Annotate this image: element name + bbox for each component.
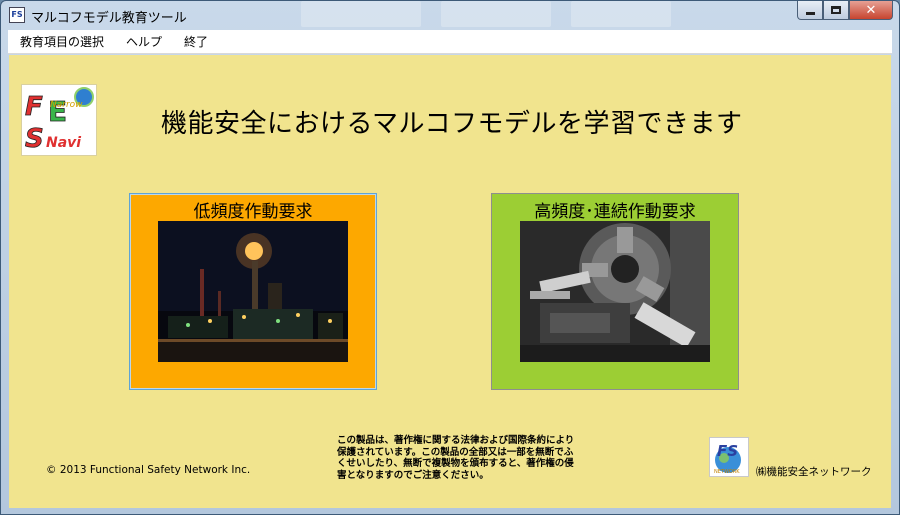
svg-text:F: F [25, 92, 43, 122]
menu-exit[interactable]: 終了 [182, 31, 210, 52]
maximize-icon [831, 6, 841, 14]
high-demand-mode-button[interactable]: 高頻度･連続作動要求 [491, 193, 739, 390]
window-title: マルコフモデル教育ツール [31, 11, 187, 26]
client-area: F E Narrow S Navi 機能安全におけるマルコフモデルを学習できます… [9, 55, 891, 508]
lathe-machine-photo [520, 221, 710, 362]
close-button[interactable]: ✕ [849, 1, 893, 20]
menu-help[interactable]: ヘルプ [124, 31, 164, 52]
fes-navi-logo: F E Narrow S Navi [21, 84, 97, 156]
app-window: FS マルコフモデル教育ツール ✕ 教育項目の選択 ヘルプ 終了 F E Nar… [0, 0, 900, 515]
caption-buttons: ✕ [797, 1, 893, 20]
menu-select-topic[interactable]: 教育項目の選択 [18, 31, 106, 52]
minimize-button[interactable] [797, 1, 823, 20]
menu-bar: 教育項目の選択 ヘルプ 終了 [8, 30, 892, 54]
svg-text:Narrow: Narrow [50, 100, 83, 110]
svg-text:Navi: Navi [46, 135, 81, 151]
app-icon[interactable]: FS [9, 7, 25, 23]
svg-text:S: S [25, 124, 44, 154]
svg-text:FS: FS [717, 442, 738, 460]
title-bar[interactable]: FS マルコフモデル教育ツール ✕ [1, 1, 899, 29]
copyright-text: © 2013 Functional Safety Network Inc. [46, 464, 251, 476]
background-window-blur [571, 1, 671, 27]
factory-night-photo [158, 221, 348, 362]
svg-text:NETWORK: NETWORK [714, 469, 740, 475]
high-demand-mode-label: 高頻度･連続作動要求 [534, 202, 696, 222]
minimize-icon [805, 11, 815, 15]
copyright-notice: この製品は、著作権に関する法律および国際条約により保護されています。この製品の全… [337, 435, 575, 481]
organization-name: ㈱機能安全ネットワーク [756, 466, 872, 478]
fs-network-logo: FS NETWORK [709, 437, 749, 477]
maximize-button[interactable] [823, 1, 849, 20]
background-window-blur [441, 1, 551, 27]
page-headline: 機能安全におけるマルコフモデルを学習できます [161, 109, 743, 139]
low-demand-mode-label: 低頻度作動要求 [193, 202, 313, 222]
background-window-blur [301, 1, 421, 27]
low-demand-mode-button[interactable]: 低頻度作動要求 [129, 193, 377, 390]
close-icon: ✕ [865, 2, 877, 18]
